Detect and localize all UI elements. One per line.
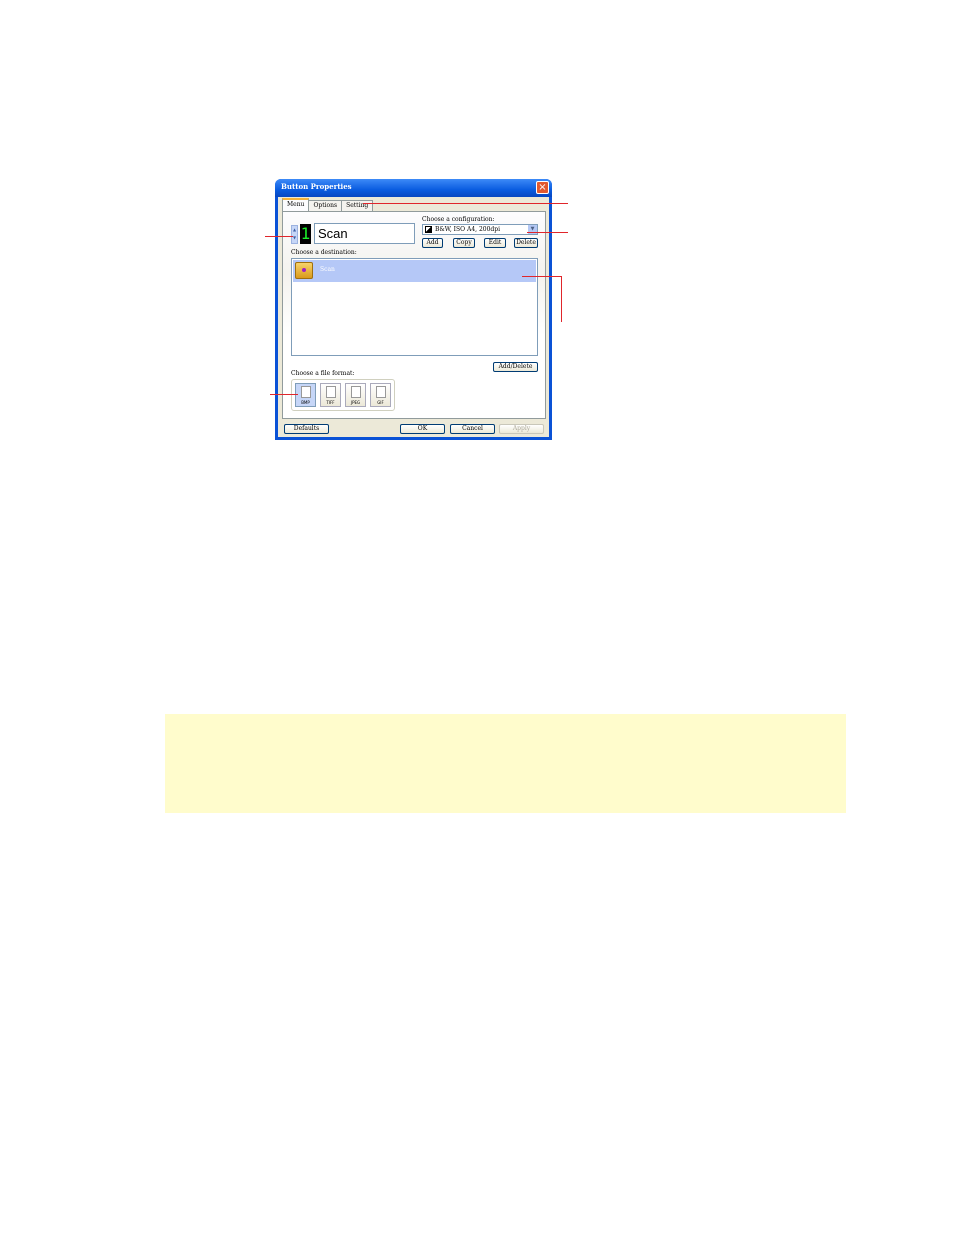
tab-bar: Menu Options Setting (282, 198, 374, 212)
configuration-label: Choose a configuration: (422, 216, 495, 223)
button-number-display: 1 (300, 224, 311, 244)
close-button[interactable]: × (536, 181, 549, 194)
tab-menu[interactable]: Menu (282, 198, 310, 212)
format-label: JPEG (350, 400, 361, 405)
destination-item-label: Scan (320, 266, 335, 273)
add-delete-button[interactable]: Add/Delete (493, 362, 538, 372)
format-label: GIF (377, 400, 384, 405)
title-bar: Button Properties × (275, 179, 552, 197)
spin-up-icon[interactable]: ▲ (292, 226, 297, 234)
bw-mode-icon (425, 226, 432, 233)
defaults-button[interactable]: Defaults (284, 424, 329, 434)
configuration-value: B&W, ISO A4, 200dpi (435, 226, 501, 233)
callout-line-file-format (270, 394, 298, 395)
apply-button[interactable]: Apply (499, 424, 544, 434)
note-box (165, 714, 846, 813)
copy-config-button[interactable]: Copy (453, 238, 475, 248)
format-bmp-button[interactable]: BMP (295, 383, 316, 407)
menu-panel: ▲ ▼ 1 Scan Choose a configuration: B&W, … (282, 211, 546, 419)
format-label: BMP (301, 400, 310, 405)
jpeg-file-icon (351, 386, 361, 398)
list-item[interactable]: Scan (293, 260, 536, 282)
file-format-label: Choose a file format: (291, 370, 355, 377)
close-icon: × (538, 182, 547, 193)
destination-list[interactable]: Scan (291, 258, 538, 356)
edit-config-button[interactable]: Edit (484, 238, 506, 248)
callout-line-button-number (265, 236, 293, 237)
add-config-button[interactable]: Add (422, 238, 443, 248)
cancel-button[interactable]: Cancel (450, 424, 495, 434)
dialog-client: Menu Options Setting ▲ ▼ 1 Scan Choose a… (278, 197, 549, 437)
button-properties-dialog: Button Properties × Menu Options Setting… (275, 179, 552, 440)
folder-icon (295, 262, 313, 279)
button-number-spinner[interactable]: ▲ ▼ (291, 225, 298, 244)
destination-label: Choose a destination: (291, 249, 357, 256)
gif-file-icon (376, 386, 386, 398)
delete-config-button[interactable]: Delete (514, 238, 538, 248)
configuration-select[interactable]: B&W, ISO A4, 200dpi ▼ (422, 224, 538, 235)
tiff-file-icon (326, 386, 336, 398)
format-jpeg-button[interactable]: JPEG (345, 383, 366, 407)
format-tiff-button[interactable]: TIFF (320, 383, 341, 407)
file-format-group: BMP TIFF JPEG GIF (291, 379, 395, 411)
button-name-field[interactable]: Scan (314, 223, 415, 244)
dialog-title: Button Properties (281, 182, 352, 191)
ok-button[interactable]: OK (400, 424, 445, 434)
callout-line-tabs (363, 203, 568, 204)
callout-line-configuration (527, 232, 568, 233)
bmp-file-icon (301, 386, 311, 398)
callout-line-destination-vertical (561, 276, 562, 322)
format-gif-button[interactable]: GIF (370, 383, 391, 407)
callout-line-destination (522, 276, 562, 277)
tab-options[interactable]: Options (308, 200, 343, 211)
format-label: TIFF (326, 400, 335, 405)
tab-setting[interactable]: Setting (341, 200, 374, 211)
